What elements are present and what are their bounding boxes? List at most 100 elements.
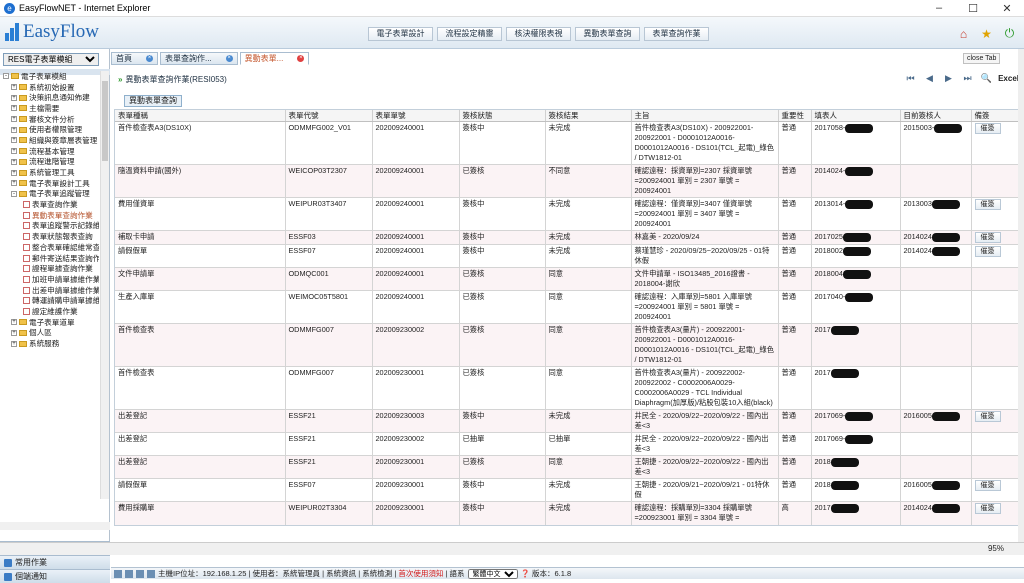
home-icon[interactable]: ⌂ [955, 25, 972, 42]
tree-item[interactable]: + 系統服務 [3, 338, 99, 349]
favorite-star-icon[interactable]: ★ [978, 25, 995, 42]
column-header[interactable]: 表單單號 [372, 110, 460, 122]
language-select[interactable]: 繁體中文 [467, 568, 518, 579]
remind-button[interactable]: 催簽 [974, 480, 1001, 491]
search-icon[interactable]: 🔍 [980, 72, 993, 85]
prev-page-icon[interactable]: ◀ [923, 72, 936, 85]
help-icon[interactable]: ❓ [521, 569, 530, 578]
table-row[interactable]: 首件檢查表 ODMMFG007 202009230001 已簽核 同意 首件檢查表A3(量… [115, 366, 1019, 410]
table-row[interactable]: 首件檢查表 ODMMFG007 202009230002 已簽核 同意 首件檢查表A3(量… [115, 323, 1019, 367]
tree-item[interactable]: + 系統管理工具 [3, 167, 99, 178]
table-row[interactable]: 請假假單 ESSF07 202009230001 簽核中 未完成 王朝捷 - 2020/0… [115, 478, 1019, 502]
close-icon[interactable]: × [225, 55, 233, 62]
tab-1[interactable]: 表單查詢作... × [160, 52, 238, 65]
tree-item[interactable]: 表單狀態報表查詢 [3, 231, 99, 242]
tree-item[interactable]: 證程單據查詢作業 [3, 263, 99, 274]
top-nav-item-4[interactable]: 表單查詢作業 [644, 27, 709, 41]
column-header[interactable]: 表單種稱 [115, 110, 286, 122]
tree-item[interactable]: 整合表單確認維常查 [3, 242, 99, 253]
syscheck-link[interactable]: 系統檢測 [362, 568, 392, 579]
top-nav-item-3[interactable]: 異動表單查詢 [575, 27, 640, 41]
tree-item[interactable]: + 流程基本管理 [3, 146, 99, 157]
close-icon[interactable]: × [297, 55, 305, 62]
column-header[interactable]: 填表人 [811, 110, 901, 122]
first-page-icon[interactable]: ⏮ [904, 72, 917, 85]
tree-item[interactable]: 郵件寄送結果查詢作 [3, 253, 99, 264]
first-use-link[interactable]: 首次使用須知 [398, 568, 443, 579]
tree-item[interactable]: - 電子表單追蹤管理 [3, 189, 99, 200]
maximize-button[interactable]: ☐ [956, 2, 990, 15]
tree-item[interactable]: - 電子表單模組 [3, 71, 99, 82]
page-scrollbar[interactable] [1018, 49, 1024, 542]
tree-item[interactable]: + 系統初始設置 [3, 82, 99, 93]
tree-item[interactable]: + 主檔需要 [3, 103, 99, 114]
tab-0[interactable]: 首頁 × [111, 52, 158, 65]
close-icon[interactable]: × [146, 55, 153, 62]
tree-scrollbar[interactable] [100, 71, 109, 499]
column-header[interactable]: 備簽 [971, 110, 1019, 122]
column-header[interactable]: 重要性 [778, 110, 812, 122]
tree-item[interactable]: + 個人區 [3, 328, 99, 339]
expand-icon[interactable]: + [11, 116, 17, 123]
table-row[interactable]: 文件申請單 ODMQC001 202009240001 已簽核 同意 文件申請單 - IS… [115, 267, 1019, 291]
top-nav-item-1[interactable]: 流程設定精靈 [437, 27, 502, 41]
tree-item[interactable]: 出差申請單據維作業 [3, 285, 99, 296]
expand-icon[interactable]: + [11, 329, 17, 336]
table-row[interactable]: 費用僅資單 WEIPUR03T3407 202009240001 簽核中 未完成 確認遠程… [115, 197, 1019, 231]
collapse-icon[interactable]: - [3, 73, 9, 80]
column-header[interactable]: 主旨 [631, 110, 779, 122]
column-header[interactable]: 表單代號 [285, 110, 373, 122]
top-nav-item-2[interactable]: 核決權限表視 [506, 27, 571, 41]
tab-2[interactable]: 異動表單... × [239, 52, 310, 65]
accordion-2[interactable]: 個端通知 [0, 569, 110, 583]
table-row[interactable]: 生產入庫單 WEIMOC05T5801 202009240001 已簽核 同意 確認遠程：… [115, 290, 1019, 324]
expand-icon[interactable]: + [11, 340, 17, 347]
expand-icon[interactable]: + [11, 137, 17, 144]
logout-icon[interactable]: ⏻ [1001, 25, 1018, 42]
tree-item[interactable]: 加班申請單據維作業 [3, 274, 99, 285]
accordion-1[interactable]: 常用作業 [0, 555, 110, 569]
tree-item[interactable]: 表單追蹤警示記錄維 [3, 221, 99, 232]
column-header[interactable]: 簽核結果 [545, 110, 632, 122]
tree-item[interactable]: + 電子表單道單 [3, 317, 99, 328]
table-row[interactable]: 補取卡申請 ESSF03 202009240001 簽核中 未完成 林嘉美 - 2020/… [115, 230, 1019, 245]
tree-item[interactable]: + 決策訊息通知佈建 [3, 92, 99, 103]
table-row[interactable]: 出差登記 ESSF21 202009230002 已抽單 已抽單 井民全 - 2020/0… [115, 432, 1019, 456]
tree-item[interactable]: 證定維護作業 [3, 306, 99, 317]
subtab-query[interactable]: 異動表單查詢 [124, 95, 182, 107]
tree-item[interactable]: + 審核文件分析 [3, 114, 99, 125]
close-tab-button[interactable]: close Tab [963, 53, 1001, 64]
expand-icon[interactable]: + [11, 158, 17, 165]
tree-item[interactable]: 表單查詢作業 [3, 199, 99, 210]
expand-icon[interactable]: + [11, 84, 17, 91]
expand-icon[interactable]: + [11, 126, 17, 133]
module-select[interactable]: RES電子表單模組 [3, 53, 99, 66]
tree-item[interactable]: + 電子表單設計工具 [3, 178, 99, 189]
expand-icon[interactable]: + [11, 180, 17, 187]
zoom-level[interactable]: 95% [988, 544, 1004, 553]
remind-button[interactable]: 催簽 [974, 246, 1001, 257]
tree-item[interactable]: + 組織與簽章層表管理 [3, 135, 99, 146]
tree-item[interactable]: 異動表單查詢作業 [3, 210, 99, 221]
remind-button[interactable]: 催簽 [974, 232, 1001, 243]
remind-button[interactable]: 催簽 [974, 199, 1001, 210]
collapse-icon[interactable]: - [11, 190, 17, 197]
expand-icon[interactable]: + [11, 169, 17, 176]
column-header[interactable]: 簽核狀態 [459, 110, 546, 122]
expand-icon[interactable]: + [11, 148, 17, 155]
tree-item[interactable]: 轉運請購申請單據維 [3, 295, 99, 306]
expand-icon[interactable]: + [11, 105, 17, 112]
table-row[interactable]: 請假假單 ESSF07 202009240001 簽核中 未完成 蔡瑾慧珍 - 2020/… [115, 244, 1019, 268]
remind-button[interactable]: 催簽 [974, 123, 1001, 134]
minimize-button[interactable]: – [922, 2, 956, 15]
sysinfo-link[interactable]: 系統資訊 [326, 568, 356, 579]
table-row[interactable]: 首件檢查表A3(DS10X) ODMMFG002_V01 202009240001 簽… [115, 121, 1019, 165]
table-row[interactable]: 出差登記 ESSF21 202009230003 簽核中 未完成 井民全 - 2020/0… [115, 409, 1019, 433]
close-window-button[interactable]: ✕ [990, 2, 1024, 15]
excel-export-button[interactable]: Excel [998, 74, 1019, 83]
last-page-icon[interactable]: ⏭ [961, 72, 974, 85]
next-page-icon[interactable]: ▶ [942, 72, 955, 85]
column-header[interactable]: 目前簽核人 [900, 110, 972, 122]
expand-icon[interactable]: + [11, 94, 17, 101]
table-row[interactable]: 費用採購單 WEIPUR02T3304 202009230001 簽核中 未完成 確認遠程… [115, 501, 1019, 525]
